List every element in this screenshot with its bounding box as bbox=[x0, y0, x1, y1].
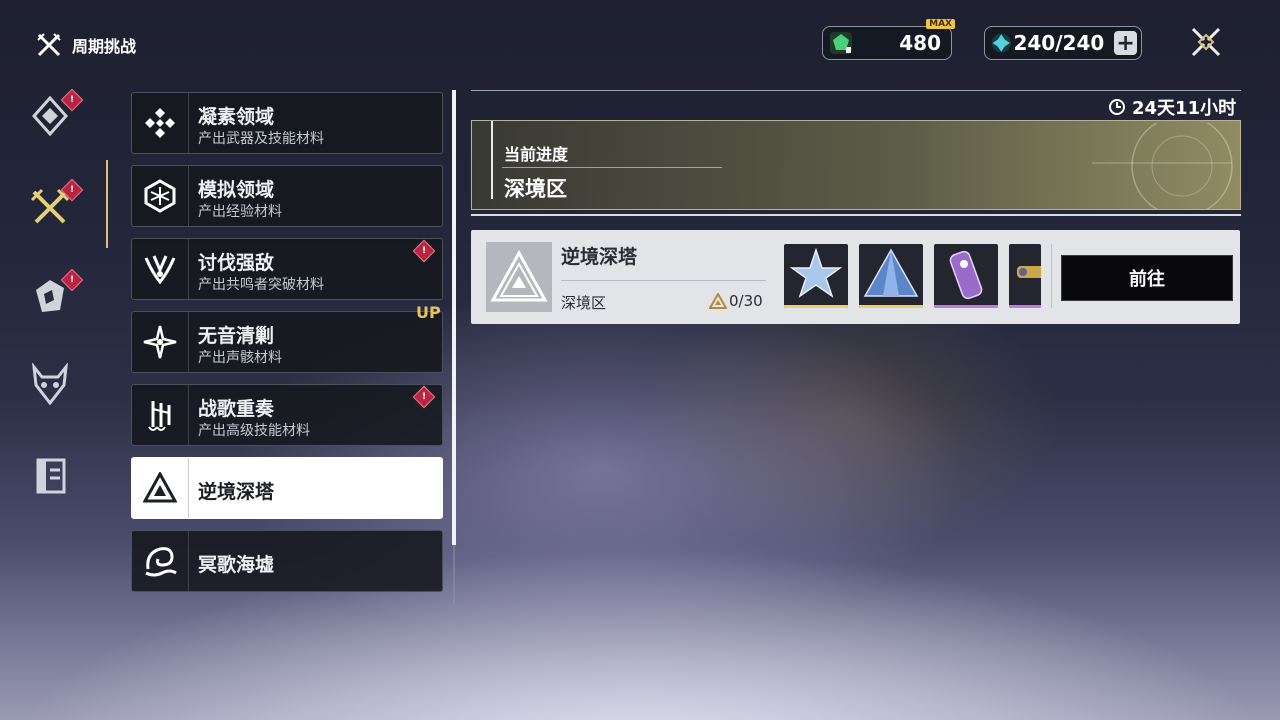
purple-vial-icon bbox=[949, 250, 983, 300]
reward-item[interactable] bbox=[1009, 244, 1041, 308]
challenge-title: 逆境深塔 bbox=[198, 481, 275, 503]
progress-area: 深境区 bbox=[504, 177, 567, 201]
blue-pyramid-icon bbox=[863, 248, 919, 297]
challenge-title: 战歌重奏 bbox=[198, 398, 275, 420]
green-crystal-icon bbox=[830, 32, 852, 54]
divider bbox=[471, 90, 1241, 91]
reward-item[interactable] bbox=[934, 244, 998, 308]
tower-title: 逆境深塔 bbox=[561, 246, 638, 268]
book-emblem-icon bbox=[36, 458, 66, 494]
close-button[interactable] bbox=[1188, 24, 1224, 60]
rail-item-5[interactable] bbox=[30, 456, 70, 496]
challenge-subtitle: 产出共鸣者突破材料 bbox=[198, 277, 324, 293]
triangle-tower-icon bbox=[490, 250, 548, 302]
rarity-bar bbox=[859, 305, 923, 308]
tower-area: 深境区 bbox=[561, 294, 607, 312]
star-burst-icon bbox=[143, 325, 177, 359]
divider bbox=[561, 280, 766, 281]
rail-item-2[interactable]: ! bbox=[30, 178, 84, 226]
reset-timer: 24天11小时 bbox=[1108, 94, 1236, 120]
challenge-item-0[interactable]: 凝素领域 产出武器及技能材料 bbox=[131, 92, 443, 154]
rarity-bar bbox=[784, 305, 848, 308]
divider bbox=[1051, 244, 1052, 308]
resource-teal-crystal: 240/240 + bbox=[984, 26, 1142, 60]
challenge-item-2[interactable]: 讨伐强敌 产出共鸣者突破材料 ! bbox=[131, 238, 443, 300]
rail-selection-indicator bbox=[106, 160, 108, 248]
timer-text: 24天11小时 bbox=[1132, 98, 1237, 119]
resource-value: 480 bbox=[899, 31, 941, 55]
crossed-swords-icon bbox=[37, 33, 61, 57]
rail-item-1[interactable]: ! bbox=[30, 88, 84, 136]
divider bbox=[471, 214, 1241, 216]
challenge-title: 冥歌海墟 bbox=[198, 554, 275, 576]
challenge-item-5[interactable]: 逆境深塔 bbox=[131, 457, 443, 519]
reward-item[interactable] bbox=[784, 244, 848, 308]
tower-emblem bbox=[486, 242, 552, 312]
demon-mask-icon bbox=[32, 363, 68, 405]
tower-stars: 0/30 bbox=[709, 292, 763, 310]
challenge-title: 无音清剿 bbox=[198, 325, 275, 347]
challenge-subtitle: 产出高级技能材料 bbox=[198, 423, 310, 439]
diamond-cluster-icon bbox=[145, 108, 175, 138]
page-header: 周期挑战 bbox=[36, 32, 136, 58]
max-badge: MAX bbox=[926, 19, 955, 29]
close-icon bbox=[1191, 27, 1221, 57]
go-button[interactable]: 前往 bbox=[1061, 255, 1233, 301]
teal-crystal-icon bbox=[991, 33, 1011, 53]
clock-icon bbox=[1109, 99, 1125, 115]
challenge-item-6[interactable]: 冥歌海墟 bbox=[131, 530, 443, 592]
resource-value: 240/240 bbox=[1013, 31, 1105, 55]
plus-icon[interactable]: + bbox=[1114, 31, 1137, 56]
tower-card: 逆境深塔 深境区 0/30 前往 bbox=[471, 230, 1240, 324]
progress-label: 当前进度 bbox=[504, 145, 569, 164]
up-badge: UP bbox=[416, 303, 441, 322]
sim-cube-icon bbox=[144, 179, 176, 213]
resource-green-crystal: 480 MAX bbox=[822, 19, 955, 60]
divider bbox=[502, 167, 722, 168]
challenge-title: 模拟领域 bbox=[198, 179, 275, 201]
ornament-icon bbox=[1092, 123, 1233, 209]
challenge-subtitle: 产出经验材料 bbox=[198, 204, 282, 220]
challenge-title: 凝素领域 bbox=[198, 106, 275, 128]
challenge-title: 讨伐强敌 bbox=[198, 252, 275, 274]
rail-item-4[interactable] bbox=[30, 363, 70, 405]
reward-item[interactable] bbox=[859, 244, 923, 308]
rarity-bar bbox=[1009, 305, 1041, 308]
music-rune-icon bbox=[148, 401, 171, 431]
triangle-tower-icon bbox=[143, 472, 177, 503]
page-title: 周期挑战 bbox=[72, 37, 137, 56]
challenge-item-1[interactable]: 模拟领域 产出经验材料 bbox=[131, 165, 443, 227]
gold-rod-icon bbox=[1017, 266, 1041, 278]
progress-banner: 当前进度 深境区 bbox=[471, 120, 1241, 210]
rail-item-3[interactable]: ! bbox=[30, 268, 84, 316]
triangle-stat-icon bbox=[709, 293, 727, 309]
star-crystal-icon bbox=[789, 247, 843, 298]
claw-emblem-icon bbox=[144, 255, 176, 285]
alert-badge: ! bbox=[412, 239, 436, 263]
challenge-subtitle: 产出武器及技能材料 bbox=[198, 131, 324, 147]
challenge-subtitle: 产出声骸材料 bbox=[198, 350, 282, 366]
alert-badge: ! bbox=[412, 385, 436, 409]
sea-beast-icon bbox=[145, 547, 177, 577]
challenge-item-3[interactable]: 无音清剿 产出声骸材料 bbox=[131, 311, 443, 373]
challenge-item-4[interactable]: 战歌重奏 产出高级技能材料 ! bbox=[131, 384, 443, 446]
list-scrollbar[interactable] bbox=[452, 90, 456, 545]
divider bbox=[491, 121, 493, 199]
rarity-bar bbox=[934, 305, 998, 308]
